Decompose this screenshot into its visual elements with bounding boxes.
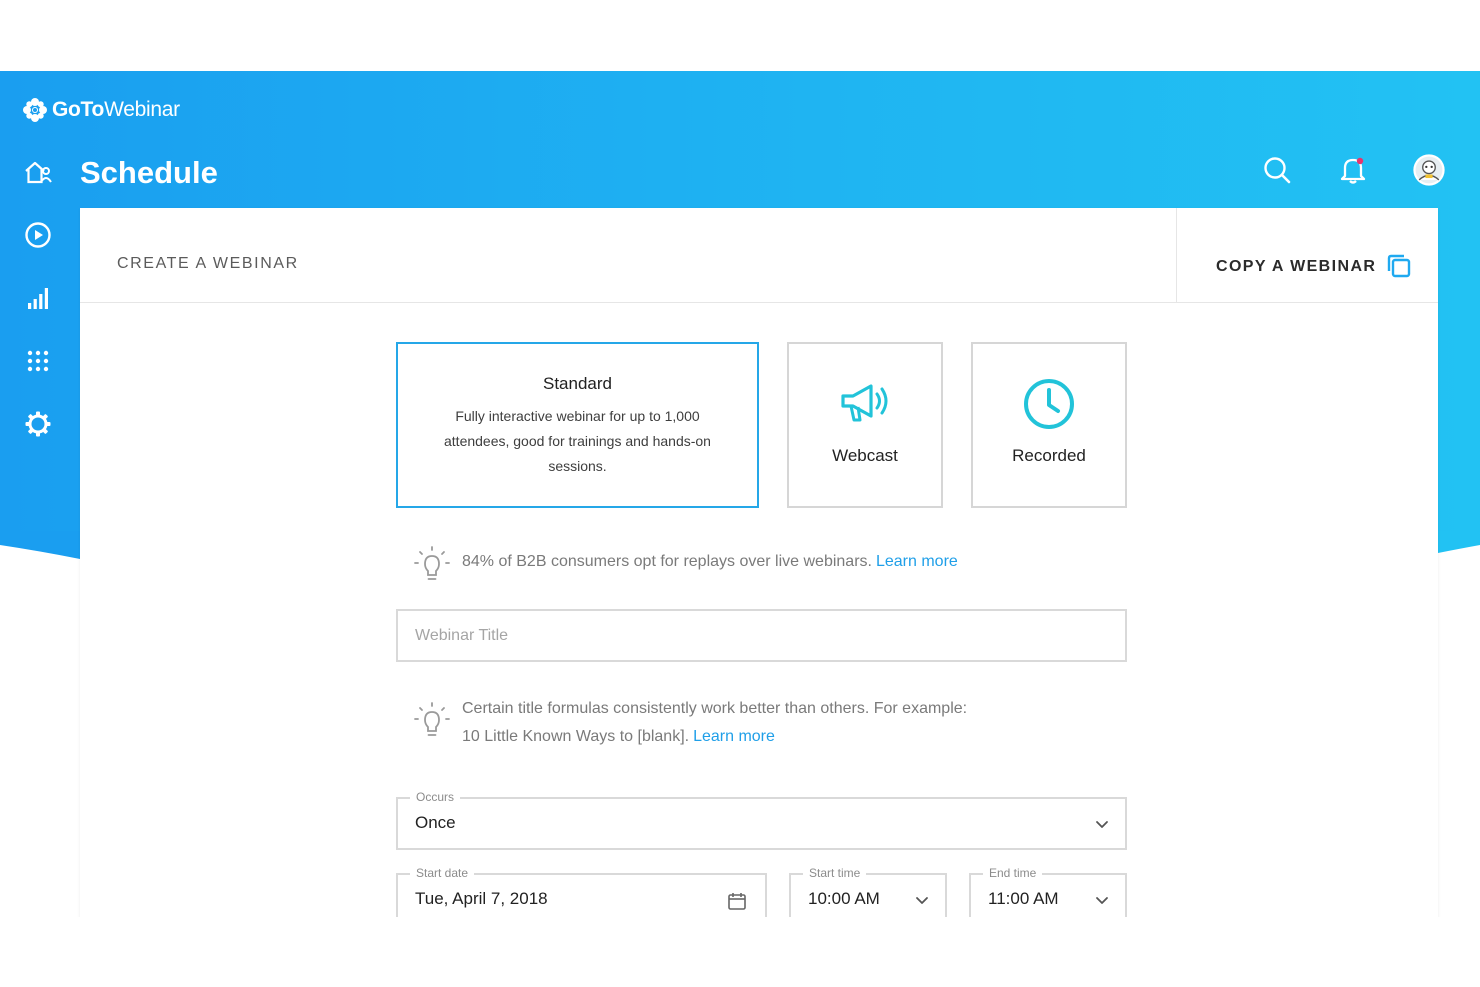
title-formulas-tip-text: Certain title formulas consistently work… [462, 695, 967, 751]
megaphone-icon [841, 384, 888, 422]
title-formulas-line-1: Certain title formulas consistently work… [462, 700, 968, 717]
sidebar-item-home[interactable] [23, 157, 53, 187]
play-circle-icon [25, 222, 51, 248]
sidebar [18, 157, 58, 439]
start-date-field[interactable]: Start date Tue, April 7, 2018 [396, 866, 767, 917]
start-date-value: Tue, April 7, 2018 [415, 889, 548, 908]
start-time-value: 10:00 AM [808, 889, 880, 908]
copy-icon [1388, 254, 1411, 277]
webinar-type-selector: Standard Fully interactive webinar for u… [396, 342, 1128, 508]
bell-icon [1340, 157, 1366, 184]
card-header: CREATE A WEBINAR COPY A WEBINAR [80, 208, 1438, 303]
brand-logo[interactable]: GoToWebinar [22, 97, 180, 123]
type-recorded-label: Recorded [1012, 446, 1086, 465]
sidebar-item-settings[interactable] [23, 409, 53, 439]
replays-learn-more-link[interactable]: Learn more [876, 553, 958, 570]
app-window: GoToWebinar Schedule CREATE A WEBINAR CO… [0, 71, 1480, 917]
type-standard-option[interactable]: Standard Fully interactive webinar for u… [396, 342, 759, 508]
header-curve-right [1438, 531, 1480, 553]
home-icon [25, 161, 52, 184]
bottom-margin [0, 917, 1480, 987]
start-time-label: Start time [803, 866, 867, 880]
replays-tip: 84% of B2B consumers opt for replays ove… [412, 544, 958, 584]
occurs-select[interactable]: Occurs Once [396, 790, 1127, 850]
title-formulas-tip: Certain title formulas consistently work… [412, 700, 967, 751]
sidebar-item-apps[interactable] [23, 346, 53, 376]
occurs-value: Once [415, 813, 456, 832]
type-standard-description: Fully interactive webinar for up to 1,00… [444, 408, 711, 474]
page-title: Schedule [80, 155, 218, 190]
top-actions [1260, 151, 1446, 189]
notifications-button[interactable] [1336, 151, 1370, 189]
chevron-down-icon [916, 897, 928, 904]
chevron-down-icon [1096, 897, 1108, 904]
end-time-label: End time [983, 866, 1043, 880]
chevron-down-icon [1096, 821, 1108, 828]
type-standard-title: Standard [543, 374, 612, 393]
end-time-select[interactable]: End time 11:00 AM [969, 866, 1127, 917]
copy-webinar-label: COPY A WEBINAR [1216, 257, 1377, 275]
search-icon [1264, 157, 1291, 184]
sidebar-item-analytics[interactable] [23, 283, 53, 313]
header-curve-left [0, 531, 80, 559]
copy-webinar-button[interactable]: COPY A WEBINAR [1176, 208, 1438, 303]
avatar-icon [1413, 154, 1445, 186]
lightbulb-icon [414, 546, 450, 580]
brand-name: GoToWebinar [52, 98, 180, 121]
webinar-title-input[interactable] [396, 609, 1127, 662]
grid-icon [27, 350, 49, 372]
calendar-icon[interactable] [727, 891, 747, 911]
create-webinar-card: CREATE A WEBINAR COPY A WEBINAR Standard… [80, 208, 1438, 917]
end-time-value: 11:00 AM [988, 889, 1059, 908]
type-webcast-option[interactable]: Webcast [787, 342, 943, 508]
type-webcast-label: Webcast [832, 446, 898, 465]
title-formulas-line-2: 10 Little Known Ways to [blank]. Learn mo… [462, 728, 775, 745]
replays-tip-text: 84% of B2B consumers opt for replays ove… [462, 553, 958, 570]
start-time-select[interactable]: Start time 10:00 AM [789, 866, 947, 917]
flower-logo-icon [23, 98, 47, 122]
title-formulas-learn-more-link[interactable]: Learn more [693, 728, 775, 745]
type-recorded-option[interactable]: Recorded [971, 342, 1127, 508]
clock-icon [1024, 379, 1074, 429]
start-date-label: Start date [410, 866, 475, 880]
sidebar-item-webinars[interactable] [23, 220, 53, 250]
occurs-label: Occurs [410, 790, 461, 804]
lightbulb-icon [414, 702, 450, 736]
create-webinar-tab[interactable]: CREATE A WEBINAR [117, 255, 299, 273]
gear-icon [25, 411, 51, 437]
bar-chart-icon [28, 288, 48, 309]
search-button[interactable] [1260, 151, 1294, 189]
avatar[interactable] [1412, 151, 1446, 189]
